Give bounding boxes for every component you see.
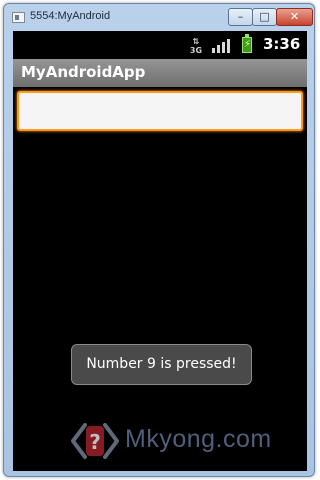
mkyong-logo-icon: ? <box>71 423 119 459</box>
device-screen: ⇅ 3G ⚡ 3:36 MyAndroidApp Number 9 is pre… <box>13 31 307 471</box>
status-clock: 3:36 <box>263 35 301 53</box>
network-3g-icon: ⇅ 3G <box>189 37 203 55</box>
svg-text:?: ? <box>89 430 101 454</box>
network-type-label: 3G <box>189 46 203 55</box>
emulator-app-icon <box>12 12 25 23</box>
battery-charging-icon: ⚡ <box>242 34 252 53</box>
status-bar[interactable]: ⇅ 3G ⚡ 3:36 <box>13 31 307 59</box>
minimize-button[interactable]: – <box>228 8 253 26</box>
watermark-text: Mkyong.com <box>125 425 272 453</box>
emulator-window: 5554:MyAndroid – □ ✕ ⇅ 3G ⚡ 3:36 MyAndro… <box>3 3 315 477</box>
window-title: 5554:MyAndroid <box>30 10 111 22</box>
app-title-bar: MyAndroidApp <box>13 59 307 87</box>
toast-message: Number 9 is pressed! <box>71 344 252 385</box>
maximize-button[interactable]: □ <box>252 8 277 26</box>
close-button[interactable]: ✕ <box>276 8 313 26</box>
app-title: MyAndroidApp <box>21 63 146 81</box>
window-titlebar[interactable]: 5554:MyAndroid – □ ✕ <box>4 4 314 30</box>
edit-text-field[interactable] <box>17 91 303 131</box>
signal-strength-icon <box>212 39 232 53</box>
watermark: ? Mkyong.com <box>71 421 301 461</box>
